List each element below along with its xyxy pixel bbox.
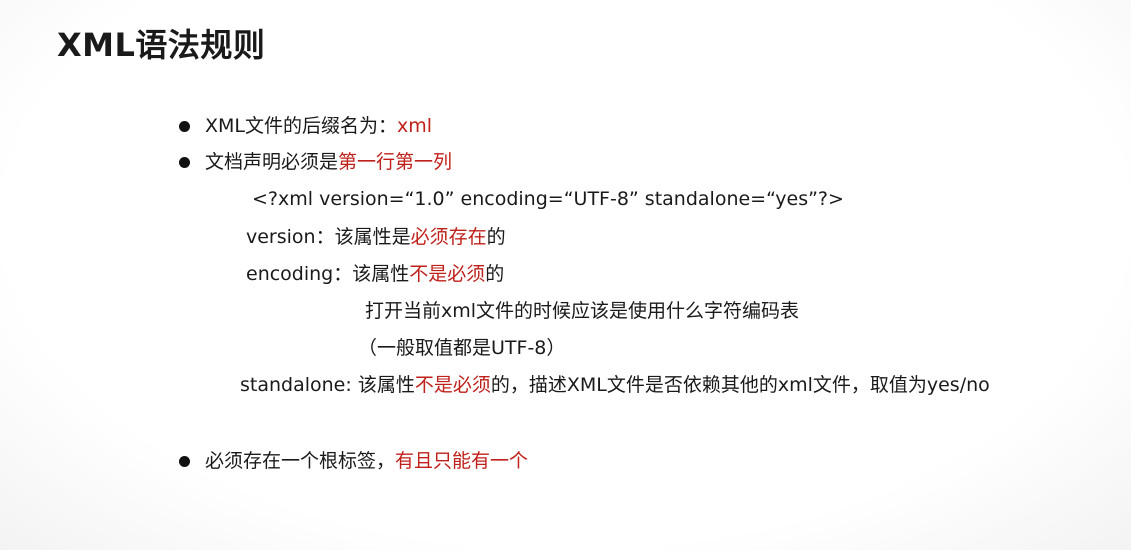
encoding-line: encoding：该属性不是必须的	[246, 261, 504, 287]
version-line: version：该属性是必须存在的	[246, 224, 506, 250]
standalone-highlight: 不是必须	[414, 374, 491, 396]
bullet-suffix-highlight: xml	[397, 115, 433, 137]
bullet-suffix-text: XML文件的后缀名为：	[205, 115, 397, 137]
encoding-tail: 的	[485, 263, 505, 285]
version-tail: 的	[486, 226, 506, 248]
bullet-root-tag: 必须存在一个根标签，有且只能有一个	[205, 448, 528, 474]
bullet-dot-icon	[179, 121, 190, 132]
bullet-declaration: 文档声明必须是第一行第一列	[205, 149, 452, 175]
encoding-highlight: 不是必须	[409, 263, 486, 285]
version-highlight: 必须存在	[410, 226, 487, 248]
bullet-declaration-highlight: 第一行第一列	[338, 151, 453, 173]
bullet-suffix: XML文件的后缀名为：xml	[205, 113, 432, 139]
encoding-description: 打开当前xml文件的时候应该是使用什么字符编码表	[365, 300, 800, 322]
standalone-line: standalone: 该属性不是必须的，描述XML文件是否依赖其他的xml文件…	[240, 372, 990, 398]
encoding-label: encoding：该属性	[246, 263, 410, 285]
encoding-note: （一般取值都是UTF-8）	[358, 337, 566, 359]
standalone-tail: 的，描述XML文件是否依赖其他的xml文件，取值为yes/no	[490, 374, 990, 396]
bullet-root-tag-text: 必须存在一个根标签，	[205, 450, 396, 472]
xml-declaration: <?xml version=“1.0” encoding=“UTF-8” sta…	[252, 188, 844, 210]
standalone-label: standalone: 该属性	[240, 374, 415, 396]
bullet-root-tag-highlight: 有且只能有一个	[395, 450, 529, 472]
slide-title: XML语法规则	[57, 26, 266, 64]
version-label: version：该属性是	[246, 226, 411, 248]
bullet-dot-icon	[179, 456, 190, 467]
bullet-dot-icon	[179, 157, 190, 168]
bullet-declaration-text: 文档声明必须是	[205, 151, 339, 173]
slide: XML语法规则 XML文件的后缀名为：xml 文档声明必须是第一行第一列 <?x…	[0, 0, 1131, 550]
